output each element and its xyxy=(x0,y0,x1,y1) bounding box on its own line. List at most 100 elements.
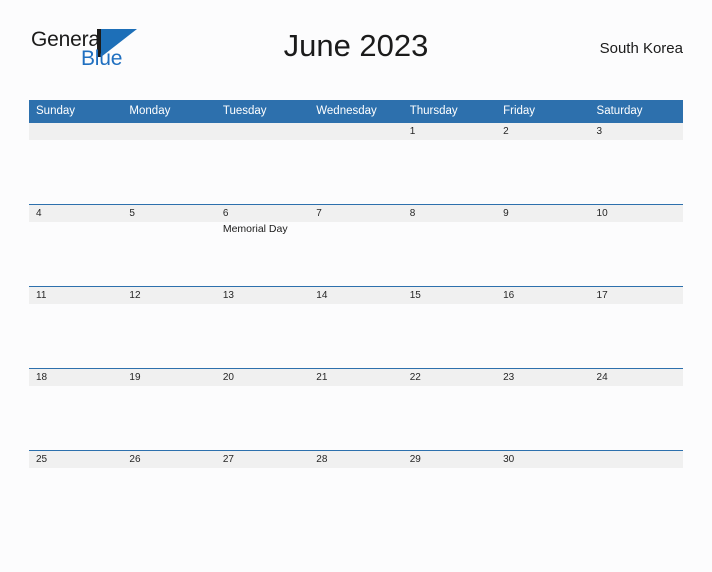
calendar-day-cell[interactable]: 27 xyxy=(215,450,310,532)
calendar-week-row: 123 xyxy=(29,122,683,205)
day-events xyxy=(216,468,309,469)
day-number: 3 xyxy=(589,123,683,140)
calendar-day-cell[interactable]: 20 xyxy=(215,368,310,451)
weekday-header-friday: Friday xyxy=(496,100,590,123)
calendar-day-cell[interactable]: 13 xyxy=(215,286,310,369)
calendar-day-cell[interactable]: 26 xyxy=(122,450,216,532)
weekday-header-row: Sunday Monday Tuesday Wednesday Thursday Frid… xyxy=(29,100,683,123)
day-events xyxy=(590,222,683,223)
calendar-week-row: 25 26 27 28 29 30 xyxy=(29,450,683,532)
calendar-day-cell[interactable]: 6 Memorial Day xyxy=(215,204,310,287)
calendar-day-cell[interactable]: 8 xyxy=(402,204,497,287)
day-number: 7 xyxy=(309,205,403,222)
calendar-day-cell[interactable]: 17 xyxy=(589,286,683,369)
day-number: 10 xyxy=(589,205,683,222)
day-events xyxy=(496,468,589,469)
day-number: 11 xyxy=(29,287,123,304)
calendar-body: 1 2 3 4 5 6 Memorial Day 7 8 9 10 11 12 13 14 15 16 17 18 1… xyxy=(29,122,683,532)
event-label: Memorial Day xyxy=(222,223,288,235)
day-events xyxy=(590,468,683,469)
calendar-day-cell[interactable]: 10 xyxy=(589,204,683,287)
day-number: 22 xyxy=(402,369,497,386)
day-events xyxy=(29,140,122,141)
day-number: 28 xyxy=(309,451,403,468)
day-events xyxy=(122,386,215,387)
day-events xyxy=(216,304,309,305)
day-number: 21 xyxy=(309,369,403,386)
calendar-day-cell[interactable]: 18 xyxy=(29,368,123,451)
day-events xyxy=(122,140,215,141)
calendar-empty-cell xyxy=(309,122,403,205)
calendar-day-cell[interactable]: 11 xyxy=(29,286,123,369)
day-number: 18 xyxy=(29,369,123,386)
calendar-day-cell[interactable]: 14 xyxy=(309,286,403,369)
calendar-day-cell[interactable]: 3 xyxy=(589,122,683,205)
page-title: June 2023 xyxy=(283,28,429,63)
day-events xyxy=(590,386,683,387)
calendar-day-cell[interactable]: 9 xyxy=(496,204,590,287)
day-number: 20 xyxy=(215,369,310,386)
calendar-day-cell[interactable]: 7 xyxy=(309,204,403,287)
day-number xyxy=(309,123,403,140)
weekday-header-wednesday: Wednesday xyxy=(309,100,403,123)
calendar-day-cell[interactable]: 25 xyxy=(29,450,123,532)
calendar-day-cell[interactable]: 2 xyxy=(496,122,590,205)
calendar-day-cell[interactable]: 19 xyxy=(122,368,216,451)
calendar-table: Sunday Monday Tuesday Wednesday Thursday Frid… xyxy=(29,100,683,532)
day-number: 17 xyxy=(589,287,683,304)
calendar-empty-cell xyxy=(215,122,310,205)
calendar-header-row: Sunday Monday Tuesday Wednesday Thursday Frid… xyxy=(29,100,683,123)
page-header: General Blue June 2023 South Korea xyxy=(29,22,683,78)
day-events xyxy=(216,386,309,387)
day-number xyxy=(122,123,216,140)
weekday-header-saturday: Saturday xyxy=(589,100,683,123)
day-events xyxy=(122,304,215,305)
day-events xyxy=(403,222,496,223)
day-number: 25 xyxy=(29,451,123,468)
day-number: 2 xyxy=(496,123,590,140)
day-events xyxy=(403,140,496,141)
calendar-day-cell[interactable]: 12 xyxy=(122,286,216,369)
calendar-day-cell[interactable]: 29 xyxy=(402,450,497,532)
calendar-grid: Sunday Monday Tuesday Wednesday Thursday Frid… xyxy=(29,100,683,532)
calendar-day-cell[interactable]: 24 xyxy=(589,368,683,451)
day-number: 24 xyxy=(589,369,683,386)
calendar-empty-cell xyxy=(122,122,216,205)
calendar-day-cell[interactable]: 5 xyxy=(122,204,216,287)
calendar-day-cell[interactable]: 28 xyxy=(309,450,403,532)
weekday-header-monday: Monday xyxy=(122,100,216,123)
day-number: 30 xyxy=(496,451,590,468)
region-label: South Korea xyxy=(599,40,683,57)
day-number xyxy=(589,451,683,468)
day-events xyxy=(29,386,122,387)
calendar-day-cell[interactable]: 30 xyxy=(496,450,590,532)
day-events xyxy=(590,140,683,141)
calendar-day-cell[interactable]: 15 xyxy=(402,286,497,369)
day-events xyxy=(403,386,496,387)
day-events: Memorial Day xyxy=(216,222,309,236)
day-number: 12 xyxy=(122,287,216,304)
calendar-day-cell[interactable]: 16 xyxy=(496,286,590,369)
calendar-day-cell[interactable]: 23 xyxy=(496,368,590,451)
day-number: 14 xyxy=(309,287,403,304)
day-number: 13 xyxy=(215,287,310,304)
day-number: 19 xyxy=(122,369,216,386)
day-events xyxy=(309,468,402,469)
day-number: 27 xyxy=(215,451,310,468)
day-events xyxy=(29,304,122,305)
day-events xyxy=(496,222,589,223)
calendar-day-cell[interactable]: 1 xyxy=(402,122,497,205)
day-number: 6 xyxy=(215,205,310,222)
calendar-empty-cell xyxy=(29,122,123,205)
day-number: 29 xyxy=(402,451,497,468)
day-events xyxy=(496,386,589,387)
calendar-empty-cell xyxy=(589,450,683,532)
calendar-day-cell[interactable]: 21 xyxy=(309,368,403,451)
day-number: 4 xyxy=(29,205,123,222)
calendar-day-cell[interactable]: 4 xyxy=(29,204,123,287)
day-events xyxy=(590,304,683,305)
weekday-header-thursday: Thursday xyxy=(402,100,497,123)
day-events xyxy=(403,468,496,469)
day-events xyxy=(496,140,589,141)
calendar-day-cell[interactable]: 22 xyxy=(402,368,497,451)
